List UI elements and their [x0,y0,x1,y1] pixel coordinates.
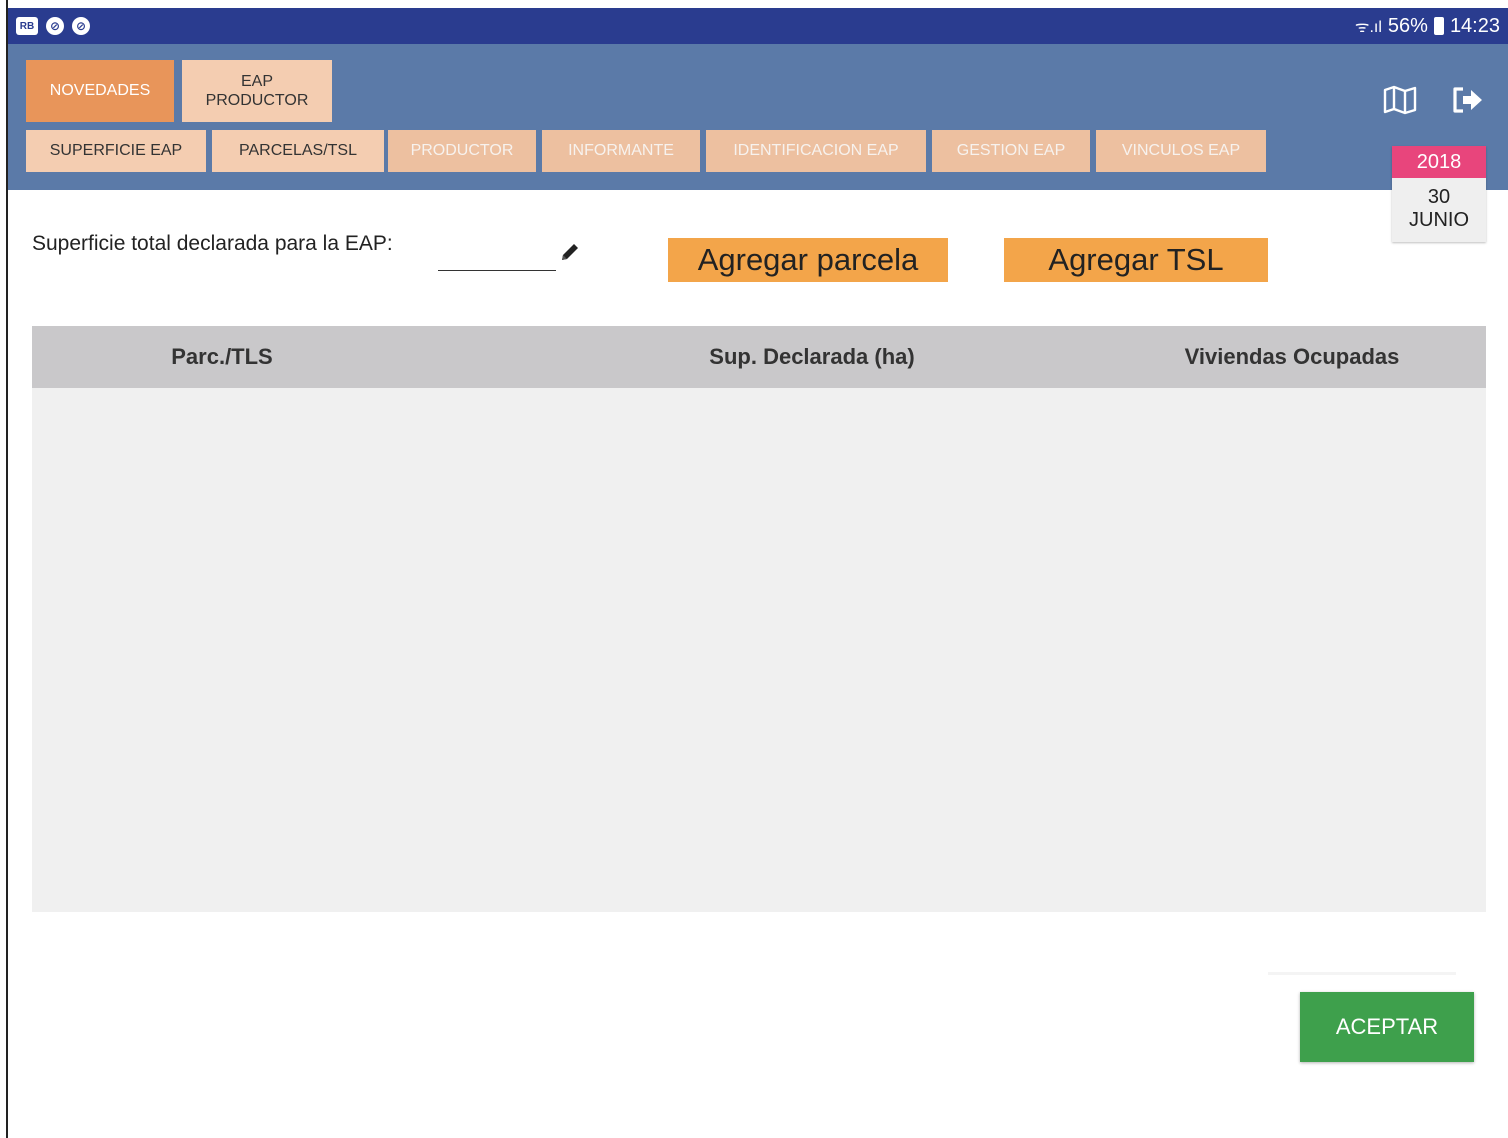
column-header-parcela: Parc./TLS [171,344,273,369]
app-bar: NOVEDADES EAP PRODUCTOR SUPERFICIE EAP P… [8,44,1508,190]
sync-icon: ⊘ [46,17,64,35]
subtab-identificacion-eap: IDENTIFICACION EAP [706,130,926,172]
add-parcela-button[interactable]: Agregar parcela [668,238,948,282]
app-window: RB ⊘ ⊘ ᯤ.ıl 56% 14:23 NOVEDADES EAP PROD… [8,8,1508,1138]
logout-icon-graphic [1453,87,1482,113]
add-tsl-button[interactable]: Agregar TSL [1004,238,1268,282]
map-icon-graphic [1383,85,1417,115]
status-left: RB ⊘ ⊘ [16,17,90,35]
window-left-border [0,0,8,1138]
battery-icon [1433,17,1444,35]
subtab-gestion-eap: GESTION EAP [932,130,1090,172]
tab-novedades[interactable]: NOVEDADES [26,60,174,122]
status-bar: RB ⊘ ⊘ ᯤ.ıl 56% 14:23 [8,8,1508,44]
subtab-superficie-eap[interactable]: SUPERFICIE EAP [26,130,206,172]
subtab-informante: INFORMANTE [542,130,700,172]
accept-button[interactable]: ACEPTAR [1300,992,1474,1062]
pencil-icon-graphic [562,244,578,260]
wifi-signal-icon: ᯤ.ıl [1354,19,1382,36]
rb-badge-icon: RB [16,17,38,35]
clock: 14:23 [1449,14,1500,37]
pencil-icon[interactable] [558,240,582,264]
date-year: 2018 [1392,146,1486,178]
status-right: ᯤ.ıl 56% 14:23 [1355,15,1500,38]
date-month: JUNIO [1409,209,1469,231]
column-header-superficie: Sup. Declarada (ha) [709,344,915,369]
superficie-label: Superficie total declarada para la EAP: [32,232,393,255]
subtab-productor: PRODUCTOR [388,130,536,172]
sync-icon: ⊘ [72,17,90,35]
parcelas-table: Parc./TLS Sup. Declarada (ha) Viviendas … [32,326,1486,912]
date-card: 2018 30 JUNIO [1392,146,1486,242]
date-day: 30 [1427,186,1451,208]
table-header: Parc./TLS Sup. Declarada (ha) Viviendas … [32,326,1486,388]
column-header-viviendas: Viviendas Ocupadas [1184,344,1400,369]
map-icon[interactable] [1380,80,1420,120]
superficie-input[interactable] [438,238,556,271]
battery-percent: 56% [1387,14,1428,37]
subtab-parcelas-tsl[interactable]: PARCELAS/TSL [212,130,384,172]
divider [1268,972,1456,975]
logout-icon[interactable] [1448,80,1488,120]
subtab-vinculos-eap: VINCULOS EAP [1096,130,1266,172]
tab-eap-productor[interactable]: EAP PRODUCTOR [182,60,332,122]
